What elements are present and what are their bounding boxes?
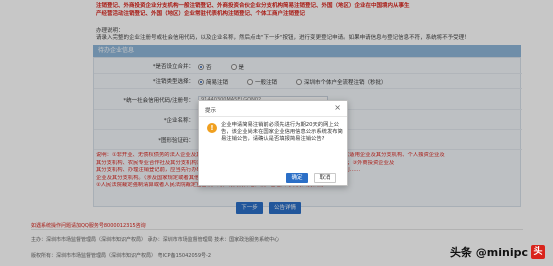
dialog-message: 企业申请简易注销前必须先进行为期20天的网上公告，该企业尚未在国家企业信用信息公… [221,122,343,143]
watermark-logo-icon: 头 [531,245,545,259]
confirm-button[interactable]: 确定 [286,173,308,183]
dialog-divider [199,116,347,117]
close-icon[interactable]: × [334,104,341,112]
warning-icon: ! [207,123,217,133]
watermark: 头条 @minipc 头 [450,244,545,260]
dialog-title: 提示 [205,108,217,114]
confirm-dialog: 提示 × ! 企业申请简易注销前必须先进行为期20天的网上公告，该企业尚未在国家… [198,100,348,186]
watermark-text: 头条 @minipc [449,246,528,259]
cancel-button[interactable]: 取消 [314,173,336,183]
